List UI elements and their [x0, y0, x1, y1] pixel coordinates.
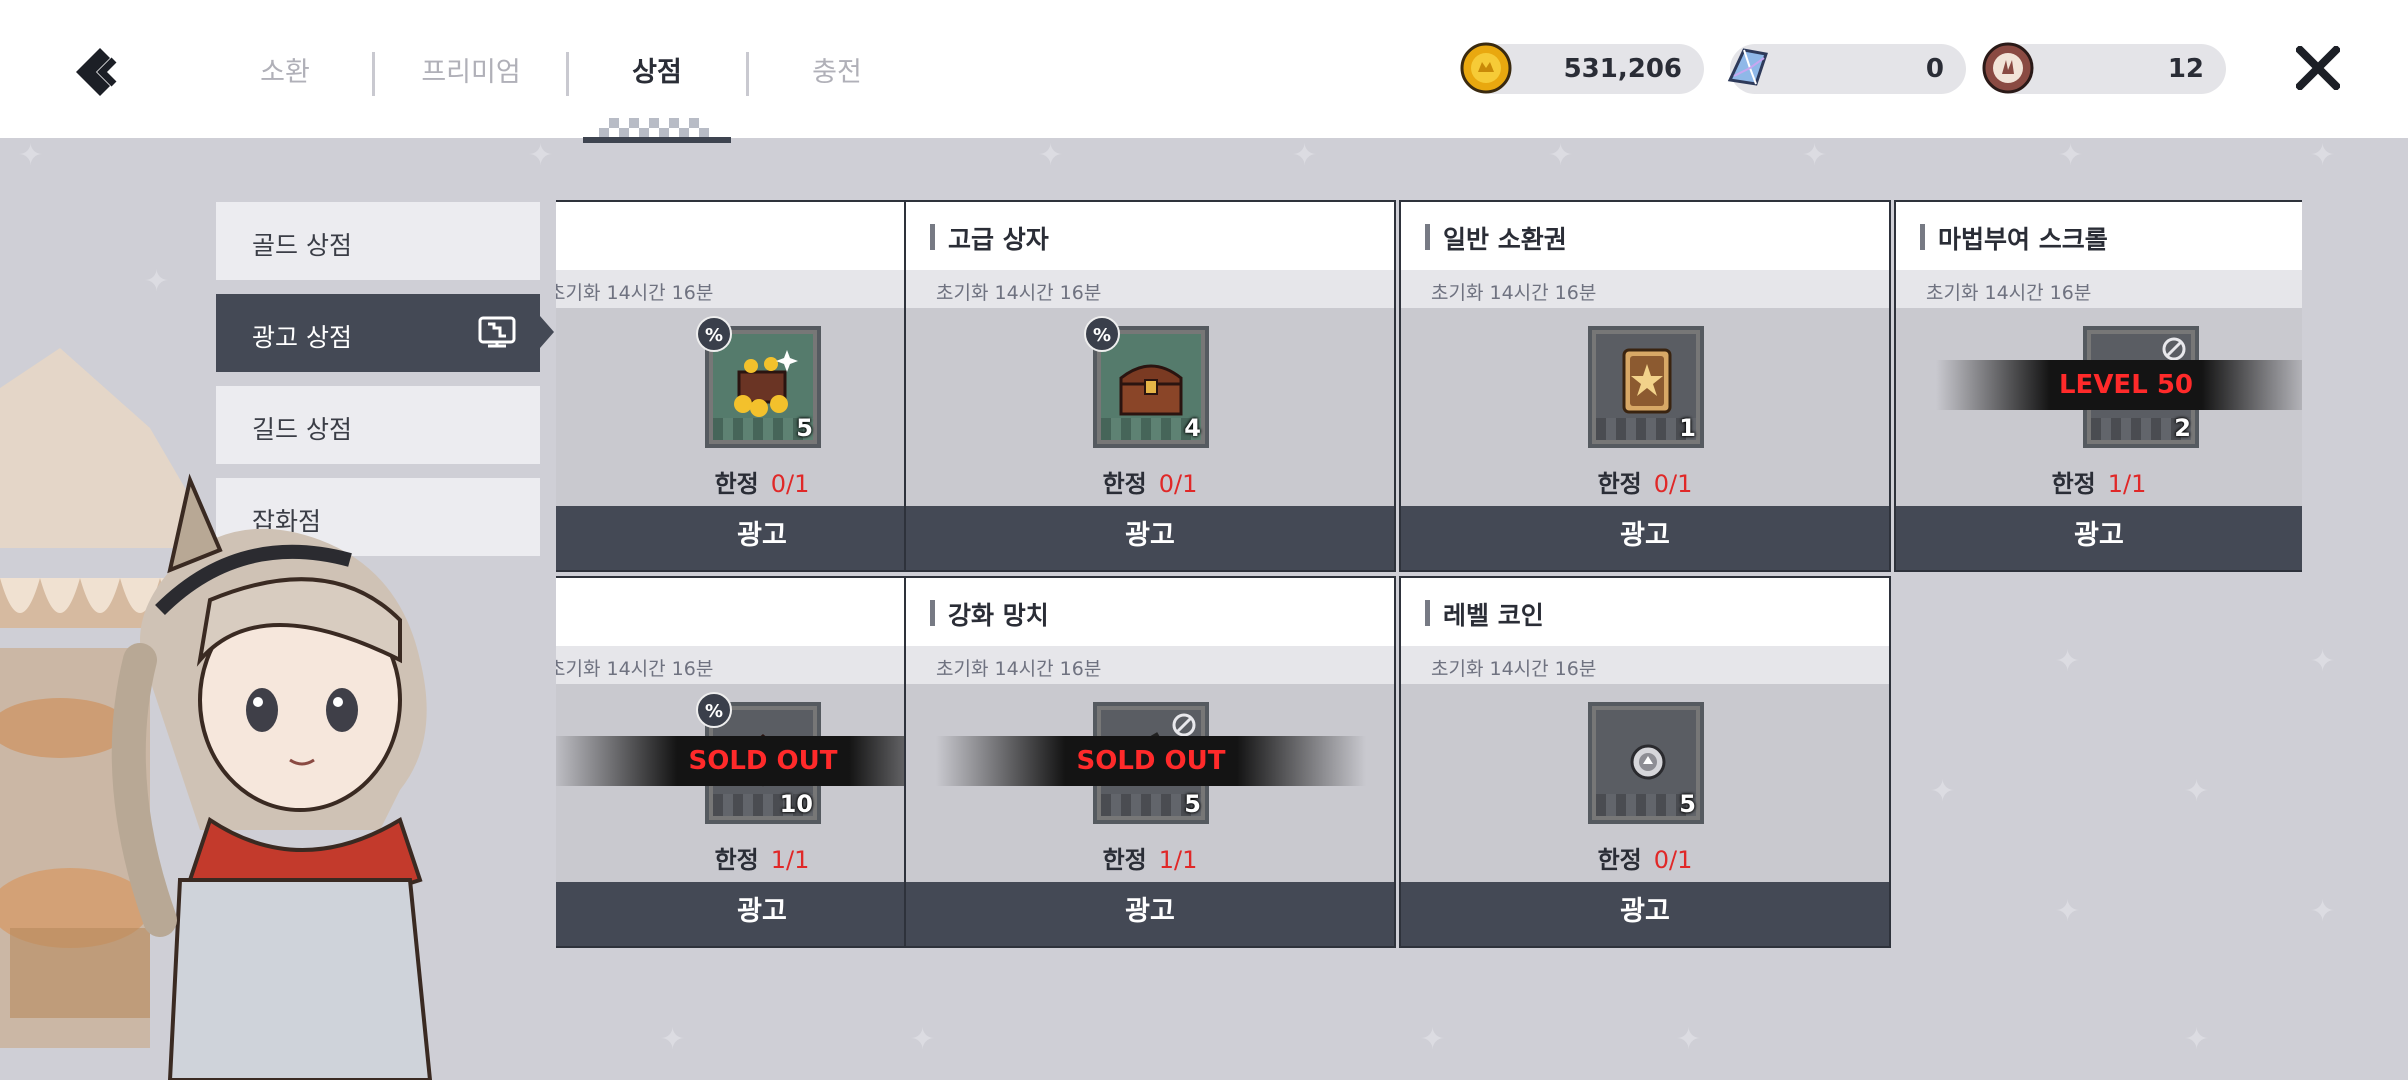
item-slot: 1: [1588, 326, 1704, 448]
card-title: 마법부여 스크롤: [1938, 225, 2108, 254]
reset-timer: 초기화 14시간 16분: [1431, 658, 1597, 680]
item-count: 5: [1679, 790, 1696, 818]
gold-currency: 531,206: [1460, 42, 1704, 94]
sparkle-decoration: ✦: [528, 138, 554, 173]
locked-icon: [1172, 713, 1196, 737]
sparkle-decoration: ✦: [1038, 138, 1064, 173]
sold-out-banner: SOLD OUT: [936, 736, 1366, 786]
crystal-amount: 0: [1925, 54, 1944, 84]
treasure-chest-icon: [1119, 364, 1183, 416]
item-count: 2: [2174, 414, 2191, 442]
purchase-limit: 한정 0/1: [1597, 470, 1693, 498]
sparkle-decoration: ✦: [18, 138, 44, 173]
sparkle-decoration: ✦: [2184, 1022, 2210, 1057]
item-slot: 5: [1588, 702, 1704, 824]
limit-count: 0/1: [1653, 846, 1693, 874]
item-count: 1: [1679, 414, 1696, 442]
gold-amount: 531,206: [1563, 54, 1682, 84]
tab-divider: [372, 52, 375, 96]
limit-count: 1/1: [770, 846, 810, 874]
purchase-limit: 한정 1/1: [2051, 470, 2147, 498]
sparkle-decoration: ✦: [1292, 138, 1318, 173]
limit-count: 0/1: [770, 470, 810, 498]
crystal-gem-icon: [1727, 48, 1768, 86]
item-count: 5: [1184, 790, 1201, 818]
limit-count: 0/1: [1158, 470, 1198, 498]
sparkle-decoration: ✦: [1420, 1022, 1446, 1057]
crystal-currency: 0: [1727, 44, 1966, 94]
tab-shop[interactable]: 상점: [582, 50, 732, 89]
sparkle-decoration: ✦: [660, 1022, 686, 1057]
reset-timer: 초기화 14시간 16분: [1431, 282, 1597, 304]
active-menu-pointer: [540, 316, 554, 348]
tab-charge[interactable]: 충전: [762, 50, 912, 89]
sparkle-decoration: ✦: [2310, 644, 2336, 679]
shop-screen: ✦ ✦ ✦ ✦ ✦ ✦ ✦ ✦ ✦ ✦ ✦ ✦ ✦ ✦ ✦ ✦ ✦ ✦ ✦ ✦: [0, 0, 2408, 1080]
purchase-limit: 한정 0/1: [1597, 846, 1693, 874]
gold-coin-icon: [1460, 42, 1512, 94]
item-count: 5: [796, 414, 813, 442]
back-arrow-icon[interactable]: [62, 36, 132, 106]
limit-count: 0/1: [1653, 470, 1693, 498]
top-bar: 소환 프리미엄 상점 충전 531,206 0 12: [0, 0, 2408, 143]
medal-token-icon: [1982, 42, 2034, 94]
medal-amount: 12: [2167, 54, 2204, 84]
discount-badge: %: [696, 692, 732, 728]
level-requirement-banner: LEVEL 50: [1936, 360, 2302, 410]
sidebar-item-label: 골드 상점: [252, 231, 352, 260]
purchase-limit: 한정 0/1: [1102, 470, 1198, 498]
close-icon[interactable]: [2296, 46, 2340, 90]
sparkle-decoration: ✦: [1676, 1022, 1702, 1057]
gold-chest-icon: [734, 350, 798, 417]
watch-ad-button[interactable]: 광고: [906, 882, 1394, 946]
discount-badge: %: [1084, 316, 1120, 352]
ad-screen-icon: [478, 316, 516, 348]
discount-badge: %: [696, 316, 732, 352]
reset-timer: 초기화 14시간 16분: [936, 282, 1102, 304]
sparkle-decoration: ✦: [144, 264, 170, 299]
reset-timer: 초기화 14시간 16분: [936, 658, 1102, 680]
card-title: 일반 소환권: [1443, 225, 1567, 254]
locked-icon: [2162, 337, 2186, 361]
watch-ad-button[interactable]: 광고: [1401, 882, 1889, 946]
tab-summon[interactable]: 소환: [210, 50, 360, 89]
reset-timer: 초기화 14시간 16분: [556, 658, 714, 680]
limit-count: 1/1: [2107, 470, 2147, 498]
sparkle-decoration: ✦: [2310, 894, 2336, 929]
limit-count: 1/1: [1158, 846, 1198, 874]
summon-ticket-icon: [1622, 348, 1672, 414]
shop-card-enhance-hammer[interactable]: 강화 망치 초기화 14시간 16분 5 SOLD OUT 한정 1/1 광고: [904, 576, 1396, 948]
card-title: 고급 상자: [948, 225, 1049, 254]
sparkle-decoration: ✦: [2058, 138, 2084, 173]
shop-card-level-coin[interactable]: 레벨 코인 초기화 14시간 16분 5 한정 0/1 광고: [1399, 576, 1891, 948]
medal-currency: 12: [1982, 42, 2226, 94]
reset-timer: 초기화 14시간 16분: [556, 282, 714, 304]
watch-ad-button[interactable]: 광고: [1896, 506, 2302, 570]
product-grid: 초기화 14시간 16분 5 % 한정 0/1 광고 고급 상자 초기화 14시…: [556, 200, 2302, 960]
sparkle-decoration: ✦: [2310, 138, 2336, 173]
sparkle-decoration: ✦: [1802, 138, 1828, 173]
sparkle-decoration: ✦: [910, 1022, 936, 1057]
shop-card-enchant-scroll[interactable]: 마법부여 스크롤 초기화 14시간 16분 2 LEVEL 50 한정 1/1 광…: [1894, 200, 2302, 572]
reset-timer: 초기화 14시간 16분: [1926, 282, 2092, 304]
level-coin-icon: [1630, 744, 1666, 780]
sparkle-decoration: ✦: [1548, 138, 1574, 173]
sidebar-item-gold-shop[interactable]: 골드 상점: [216, 202, 540, 280]
tab-divider: [746, 52, 749, 96]
active-tab-indicator: [583, 118, 731, 143]
watch-ad-button[interactable]: 광고: [1401, 506, 1889, 570]
shop-card-summon-ticket[interactable]: 일반 소환권 초기화 14시간 16분 1 한정 0/1 광고: [1399, 200, 1891, 572]
card-title: 강화 망치: [948, 601, 1049, 630]
card-title: 레벨 코인: [1443, 601, 1544, 630]
sidebar-item-label: 광고 상점: [252, 323, 352, 352]
shopkeeper-character-illustration: [111, 473, 433, 1080]
watch-ad-button[interactable]: 광고: [906, 506, 1394, 570]
shop-card-premium-box[interactable]: 고급 상자 초기화 14시간 16분 4 % 한정 0/1 광고: [904, 200, 1396, 572]
tab-premium[interactable]: 프리미엄: [396, 50, 546, 89]
item-count: 10: [779, 790, 813, 818]
tab-divider: [566, 52, 569, 96]
item-count: 4: [1184, 414, 1201, 442]
purchase-limit: 한정 1/1: [1102, 846, 1198, 874]
